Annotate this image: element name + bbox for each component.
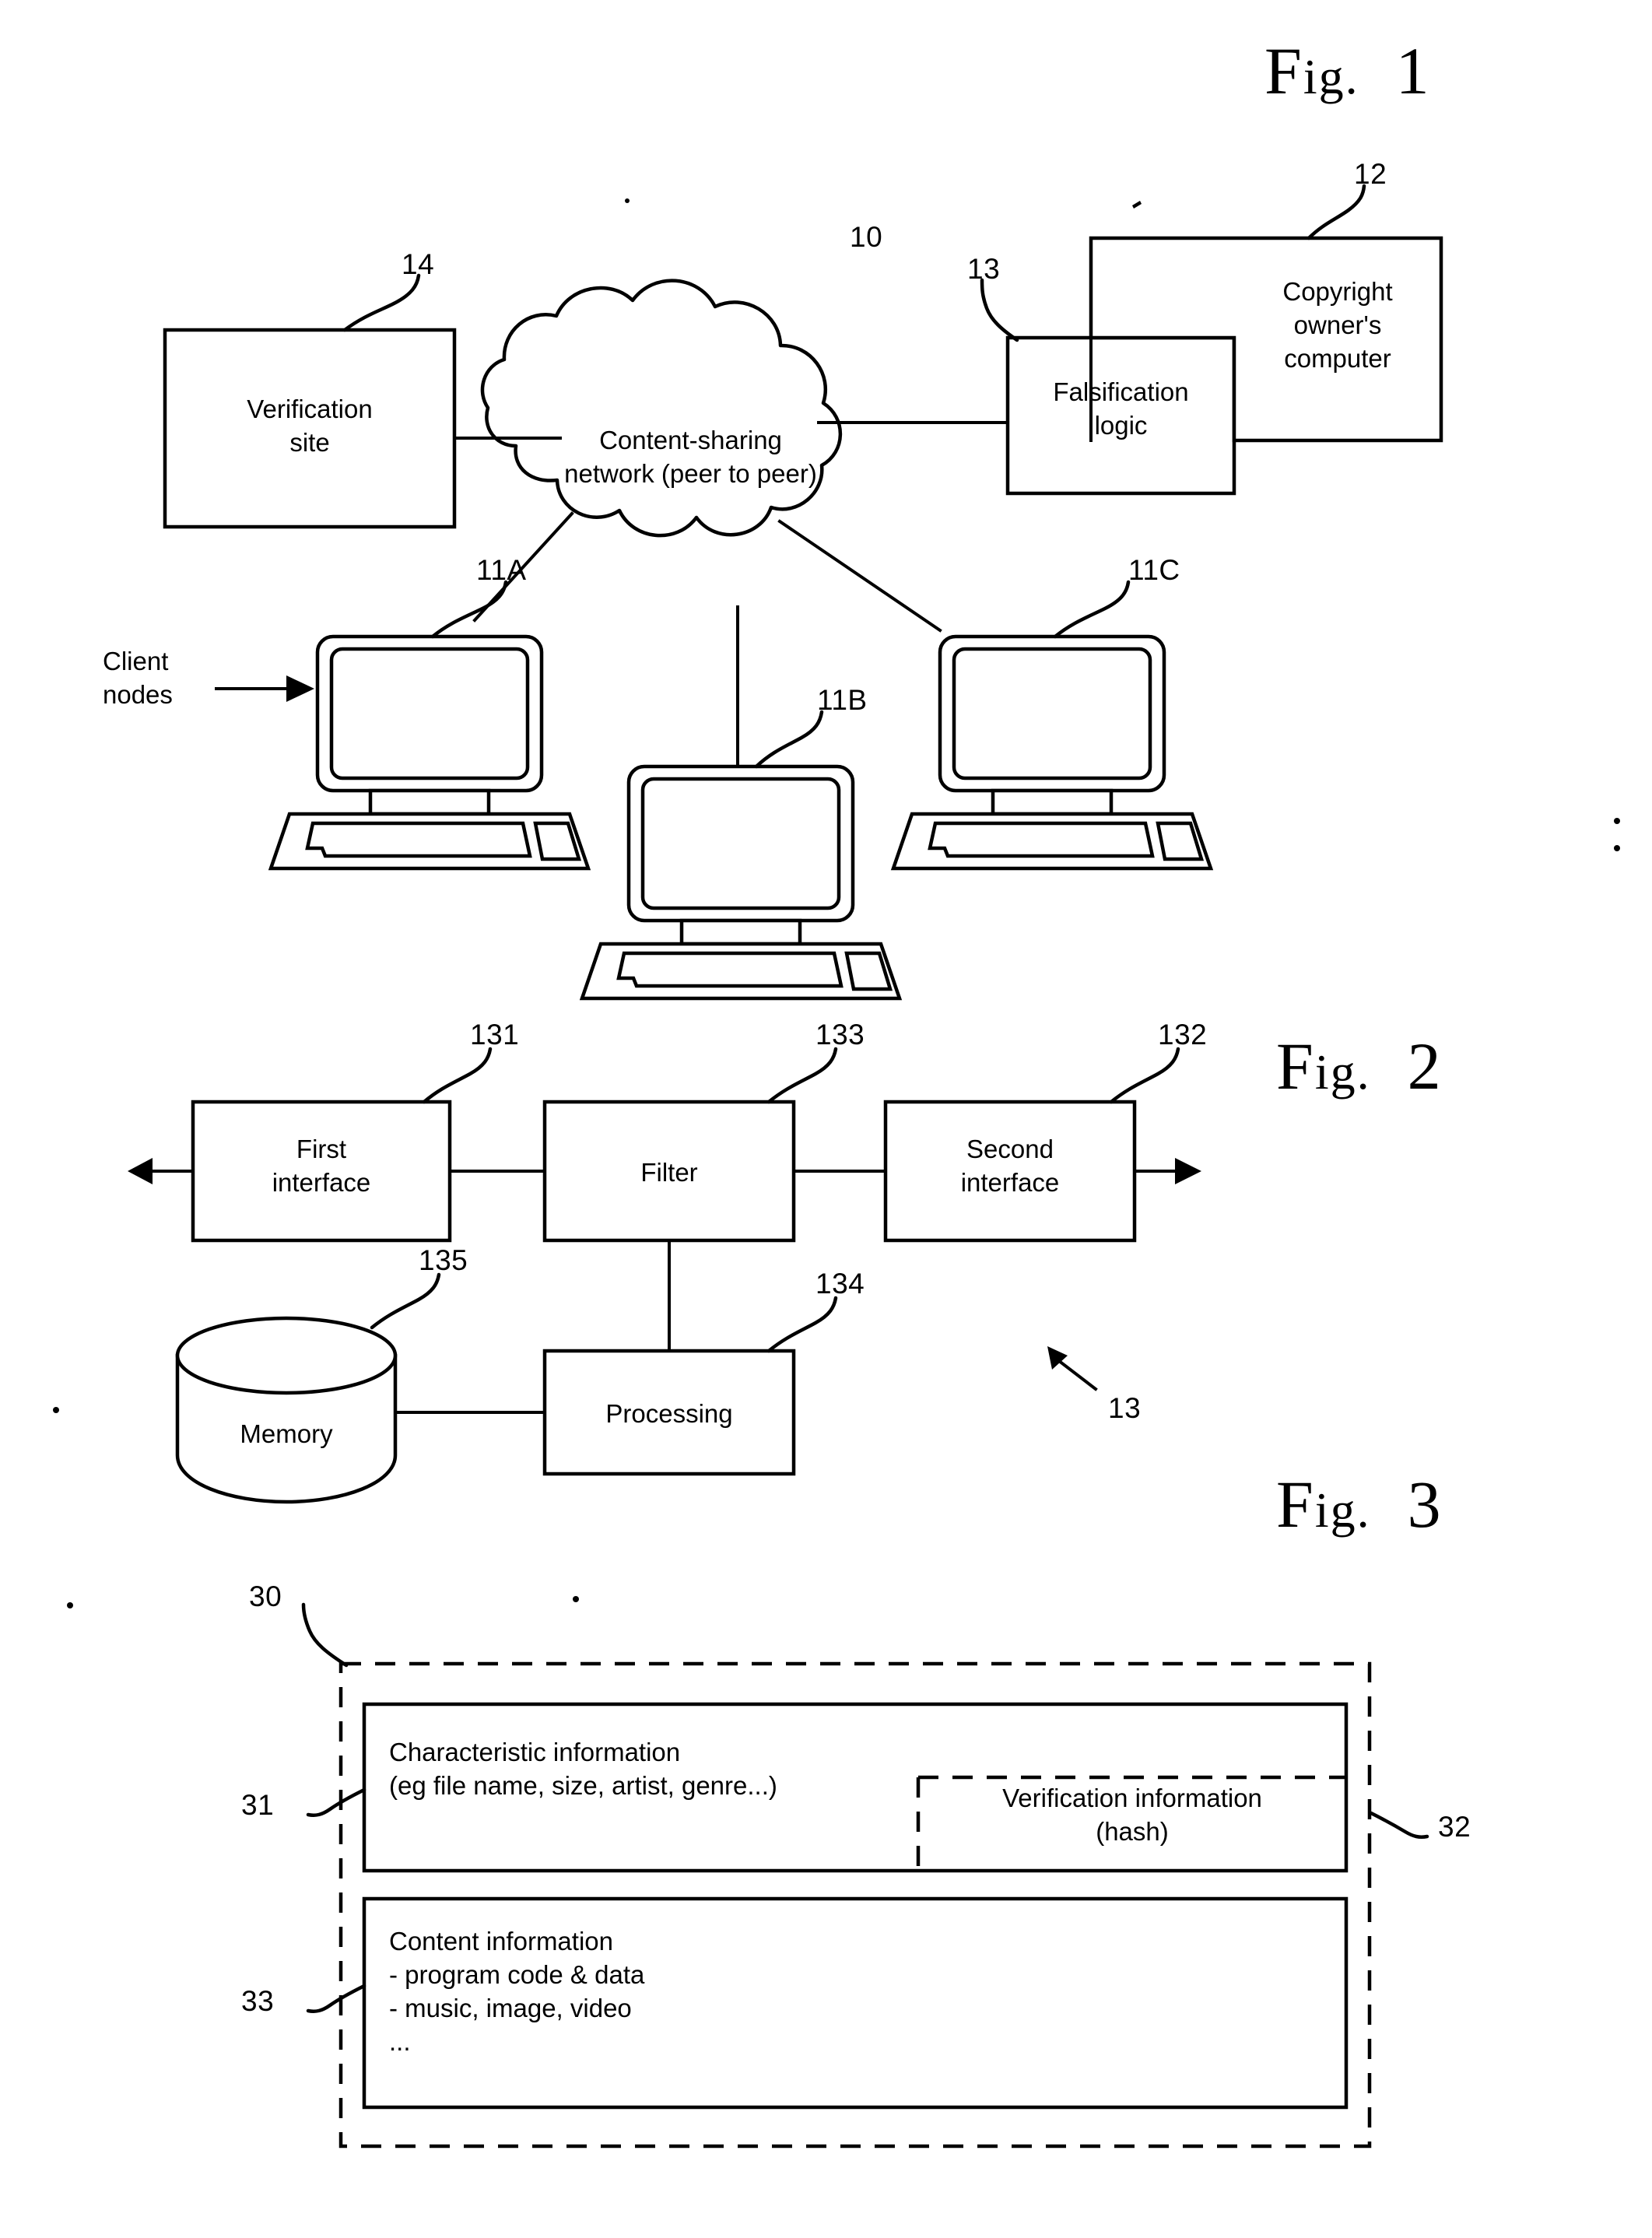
leader-line-13-fig1 (980, 278, 1019, 342)
content-information-label: Content information - program code & dat… (389, 1927, 645, 2056)
leader-line-14 (342, 273, 421, 332)
filter-label: Filter (640, 1158, 698, 1187)
client-node-11a-icon (268, 634, 591, 871)
ref-11b: 11B (817, 684, 868, 716)
link-cloud-to-client-c (777, 519, 942, 633)
ref-12: 12 (1354, 158, 1387, 190)
stray-mark-5 (53, 1407, 59, 1413)
leader-line-12 (1307, 184, 1366, 240)
characteristic-information-label: Characteristic information (eg file name… (389, 1738, 777, 1800)
memory-cylinder (175, 1316, 398, 1504)
leader-line-33 (306, 1984, 367, 2013)
ref-33: 33 (241, 1985, 275, 2017)
ref-13-fig1: 13 (967, 253, 1001, 285)
verification-information-label: Verification information (hash) (1002, 1784, 1262, 1846)
first-interface-label: First interface (272, 1135, 371, 1197)
leader-line-133 (766, 1047, 838, 1104)
falsification-logic-label: Falsification logic (1053, 377, 1189, 440)
figure-1-title: Fig. 1 (1264, 33, 1431, 108)
leader-line-32 (1369, 1811, 1429, 1839)
stray-mark-4 (1614, 845, 1620, 851)
ref-31: 31 (241, 1789, 275, 1821)
stray-mark-1 (625, 198, 630, 203)
leader-line-131 (422, 1047, 493, 1104)
ref-11a: 11A (476, 554, 527, 586)
ref-10: 10 (850, 221, 883, 253)
ref-11c: 11C (1128, 554, 1180, 586)
ref-32: 32 (1438, 1811, 1471, 1843)
leader-line-11a (430, 580, 508, 639)
leader-line-11b (754, 710, 824, 769)
second-interface-external-arrow (1133, 1158, 1201, 1184)
client-nodes-label: Client nodes (103, 647, 173, 709)
ref-14: 14 (402, 248, 435, 280)
ref-131: 131 (470, 1019, 520, 1051)
stray-mark-3 (1614, 818, 1620, 824)
ref-134: 134 (815, 1268, 865, 1300)
leader-line-132 (1109, 1047, 1180, 1104)
stray-mark-6 (67, 1602, 73, 1608)
verification-site-label: Verification site (247, 395, 373, 457)
ref-135: 135 (419, 1244, 468, 1276)
first-interface-external-arrow (128, 1158, 195, 1184)
client-node-11b-icon (579, 764, 903, 1001)
figure-3-title: Fig. 3 (1276, 1467, 1443, 1542)
second-interface-label: Second interface (960, 1135, 1060, 1197)
network-cloud (480, 279, 843, 538)
stray-mark-2 (1132, 201, 1142, 209)
leader-line-31 (306, 1787, 367, 1817)
ref-13-fig2: 13 (1108, 1392, 1142, 1424)
network-cloud-label: Content-sharing network (peer to peer) (564, 426, 817, 488)
figure-2-title: Fig. 2 (1276, 1029, 1443, 1103)
ref-30: 30 (249, 1580, 282, 1612)
patent-drawing-sheet: Fig. 1 Verification site Content-sharing… (0, 0, 1652, 2238)
client-nodes-arrow (215, 675, 314, 702)
leader-line-134 (766, 1296, 838, 1353)
ref-132: 132 (1158, 1019, 1208, 1051)
leader-line-135 (370, 1272, 441, 1330)
unit-13-pointer-arrow (1047, 1346, 1098, 1391)
leader-line-30 (301, 1602, 349, 1668)
client-node-11c-icon (890, 634, 1214, 871)
memory-label: Memory (240, 1419, 333, 1448)
stray-mark-7 (573, 1596, 579, 1602)
leader-line-11c (1053, 580, 1131, 639)
processing-label: Processing (605, 1399, 733, 1428)
copyright-owner-computer-label: Copyright owner's computer (1282, 277, 1393, 373)
ref-133: 133 (815, 1019, 865, 1051)
